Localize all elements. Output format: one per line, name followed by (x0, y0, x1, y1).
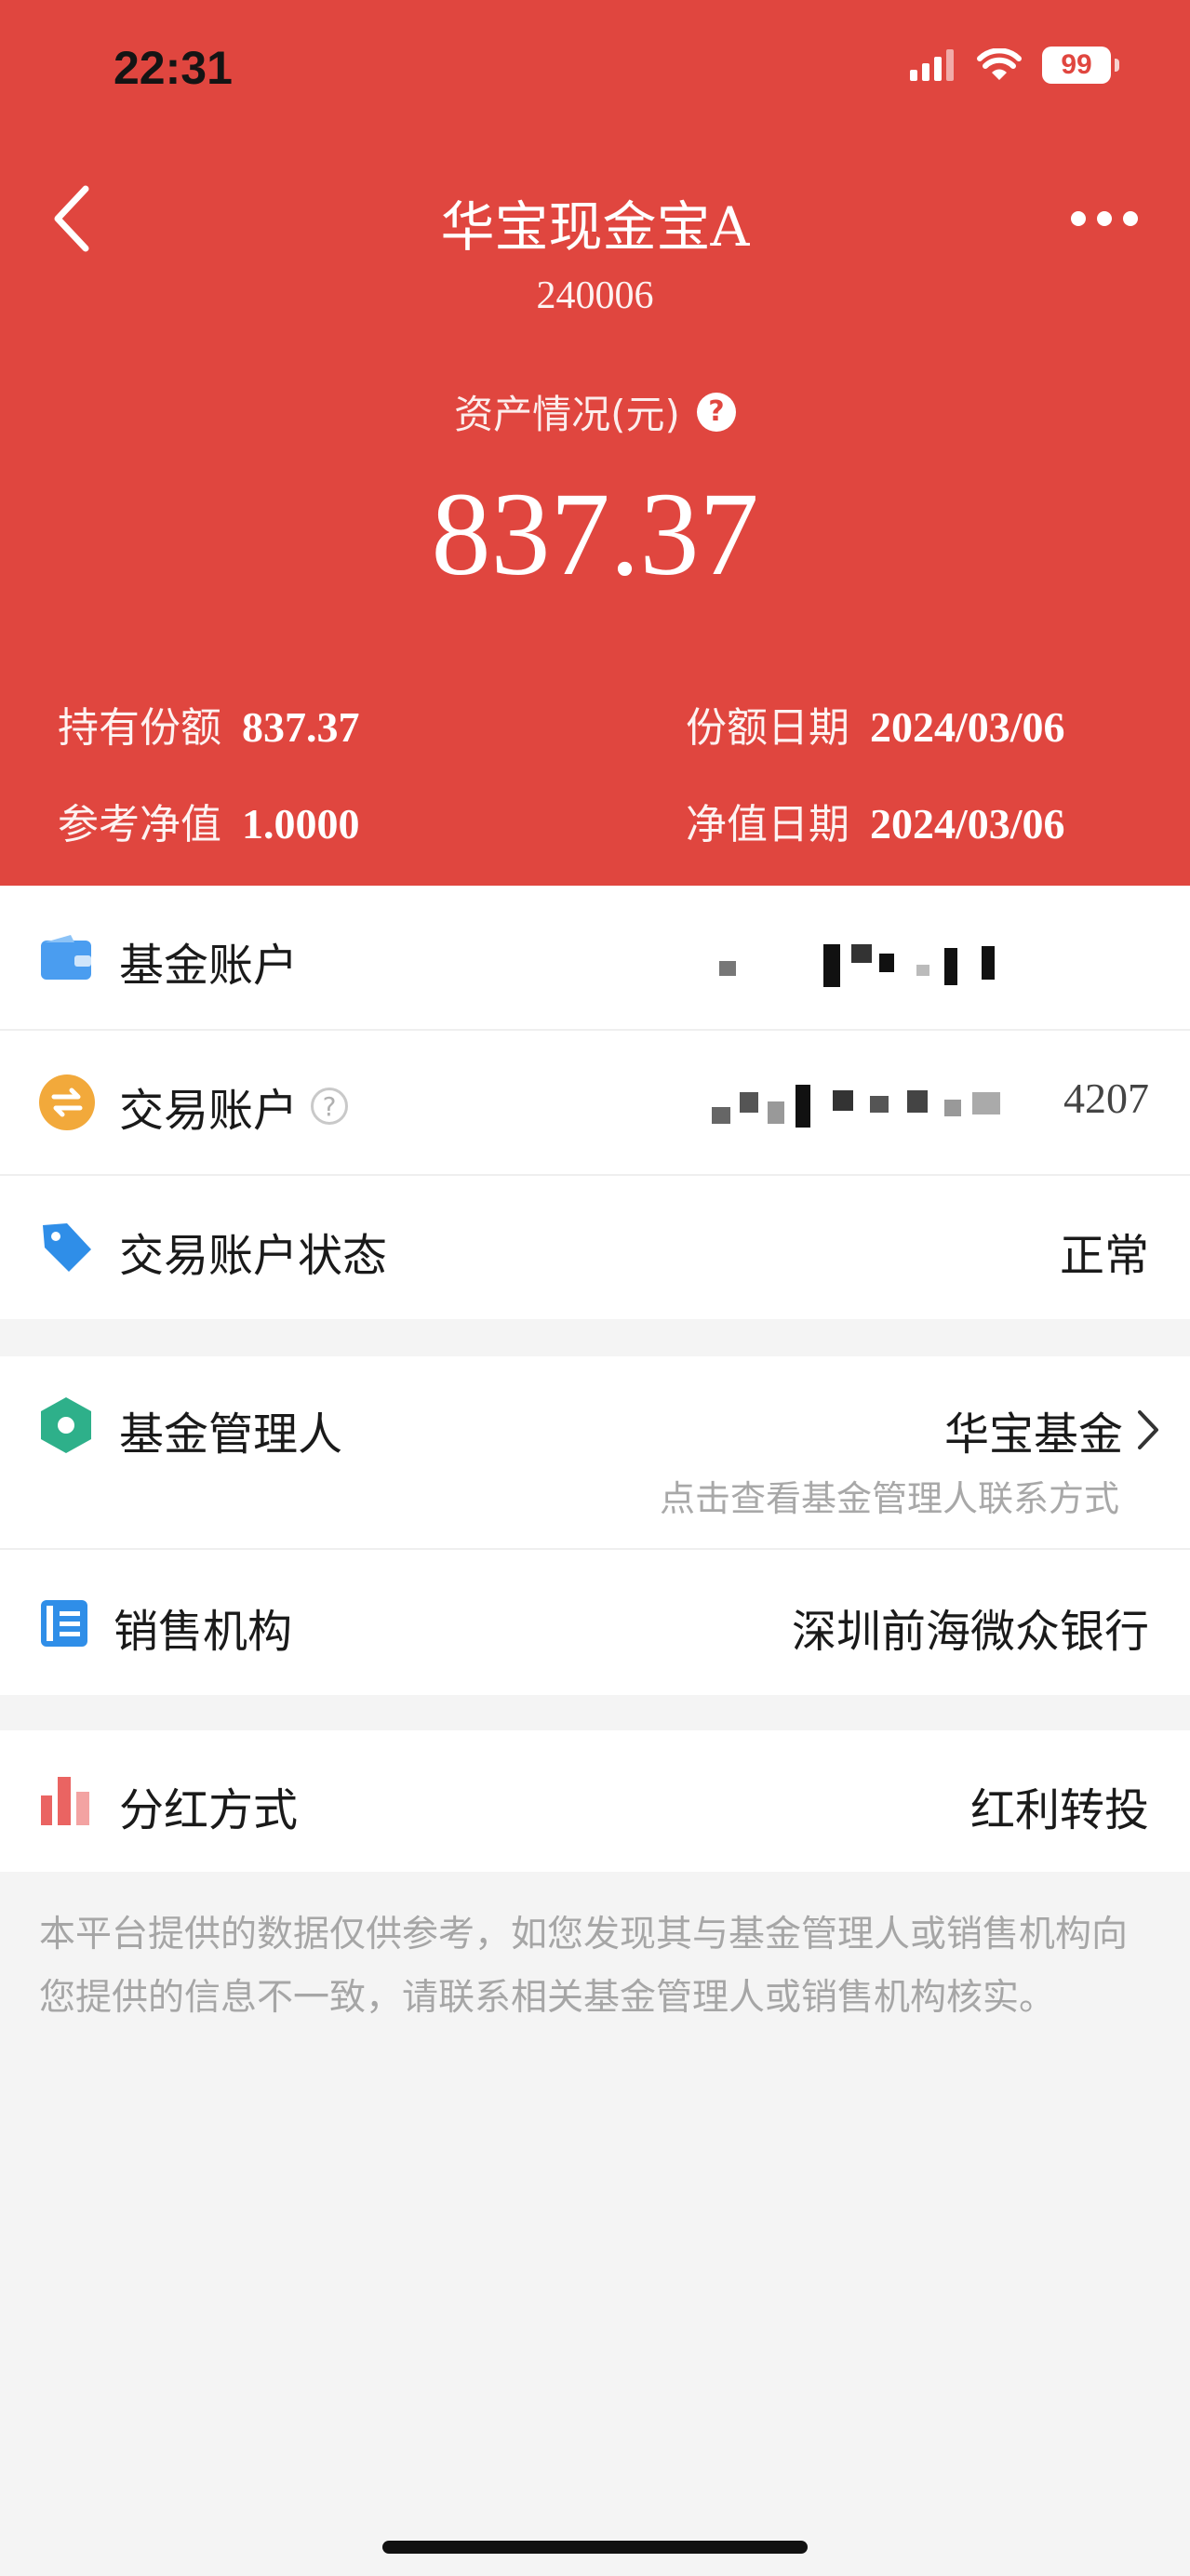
trade-account-row: 交易账户 ? 4207 (0, 1031, 1190, 1174)
shares-value: 837.37 (242, 703, 360, 751)
status-time: 22:31 (114, 42, 233, 94)
signal-icon (910, 49, 954, 81)
nav-value: 1.0000 (242, 800, 360, 848)
masked-fund-account (719, 944, 995, 987)
disclaimer-text: 本平台提供的数据仅供参考，如您发现其与基金管理人或销售机构向您提供的信息不一致，… (39, 1914, 1129, 2019)
manager-contact-link[interactable]: 点击查看基金管理人联系方式 (660, 1470, 1119, 1521)
sales-agency-label: 销售机构 (114, 1606, 293, 1658)
dividend-label: 分红方式 (119, 1784, 299, 1836)
mask-pixels (712, 1085, 1000, 1128)
chevron-right-icon (1138, 1410, 1158, 1449)
sales-agency-row: 销售机构 深圳前海微众银行 (0, 1550, 1190, 1695)
help-icon[interactable]: ? (311, 1088, 349, 1125)
dividend-row: 分红方式 红利转投 (0, 1730, 1190, 1872)
help-icon[interactable]: ? (696, 392, 736, 432)
dividend-value: 红利转投 (969, 1784, 1149, 1836)
fund-name: 华宝现金宝A (440, 195, 750, 259)
nav-date-value: 2024/03/06 (870, 800, 1065, 848)
wifi-icon (977, 48, 1022, 80)
asset-label-row: 资产情况(元) ? (0, 383, 1190, 440)
home-indicator[interactable] (382, 2541, 808, 2554)
trade-status-value: 正常 (1059, 1230, 1149, 1282)
fund-manager-row[interactable]: 基金管理人 华宝基金 点击查看基金管理人联系方式 (0, 1356, 1190, 1548)
wallet-icon (41, 935, 91, 980)
masked-trade-account: 4207 (712, 1074, 1149, 1133)
asset-value: 837.37 (431, 468, 759, 600)
fund-account-row: 基金账户 (0, 886, 1190, 1029)
transfer-icon (39, 1074, 95, 1130)
nav-stat: 参考净值 1.0000 (58, 791, 360, 850)
fund-manager-label: 基金管理人 (119, 1408, 343, 1461)
trade-status-label: 交易账户状态 (119, 1230, 388, 1282)
shares-date-label: 份额日期 (686, 704, 849, 752)
nav-date-stat: 净值日期 2024/03/06 (686, 791, 1065, 850)
nav-label: 参考净值 (58, 801, 221, 848)
fund-manager-value: 华宝基金 (943, 1408, 1123, 1461)
nav-date-label: 净值日期 (686, 801, 849, 848)
fund-code: 240006 (536, 274, 654, 317)
fund-account-label: 基金账户 (119, 940, 299, 992)
trade-account-label: 交易账户 ? (119, 1074, 349, 1139)
shares-date-value: 2024/03/06 (870, 703, 1065, 751)
shares-stat: 持有份额 837.37 (58, 694, 360, 754)
shares-date-stat: 份额日期 2024/03/06 (686, 694, 1065, 754)
asset-label: 资产情况(元) (454, 392, 680, 437)
sales-agency-value: 深圳前海微众银行 (791, 1606, 1149, 1658)
trade-status-row: 交易账户状态 正常 (0, 1176, 1190, 1319)
battery-indicator: 99 (1042, 47, 1119, 84)
book-icon (41, 1600, 87, 1647)
trade-account-tail: 4207 (1063, 1074, 1149, 1122)
fund-manager-value-group[interactable]: 华宝基金 (944, 1397, 1160, 1462)
battery-level: 99 (1061, 49, 1092, 80)
shares-label: 持有份额 (58, 704, 221, 752)
tag-icon (43, 1223, 91, 1272)
status-indicators: 99 (910, 47, 1119, 84)
bar-chart-icon (41, 1777, 89, 1825)
hexagon-icon (41, 1397, 91, 1453)
fund-header: 22:31 99 华宝现金宝A 240006 资产情况(元) ? 837.37 … (0, 0, 1190, 886)
